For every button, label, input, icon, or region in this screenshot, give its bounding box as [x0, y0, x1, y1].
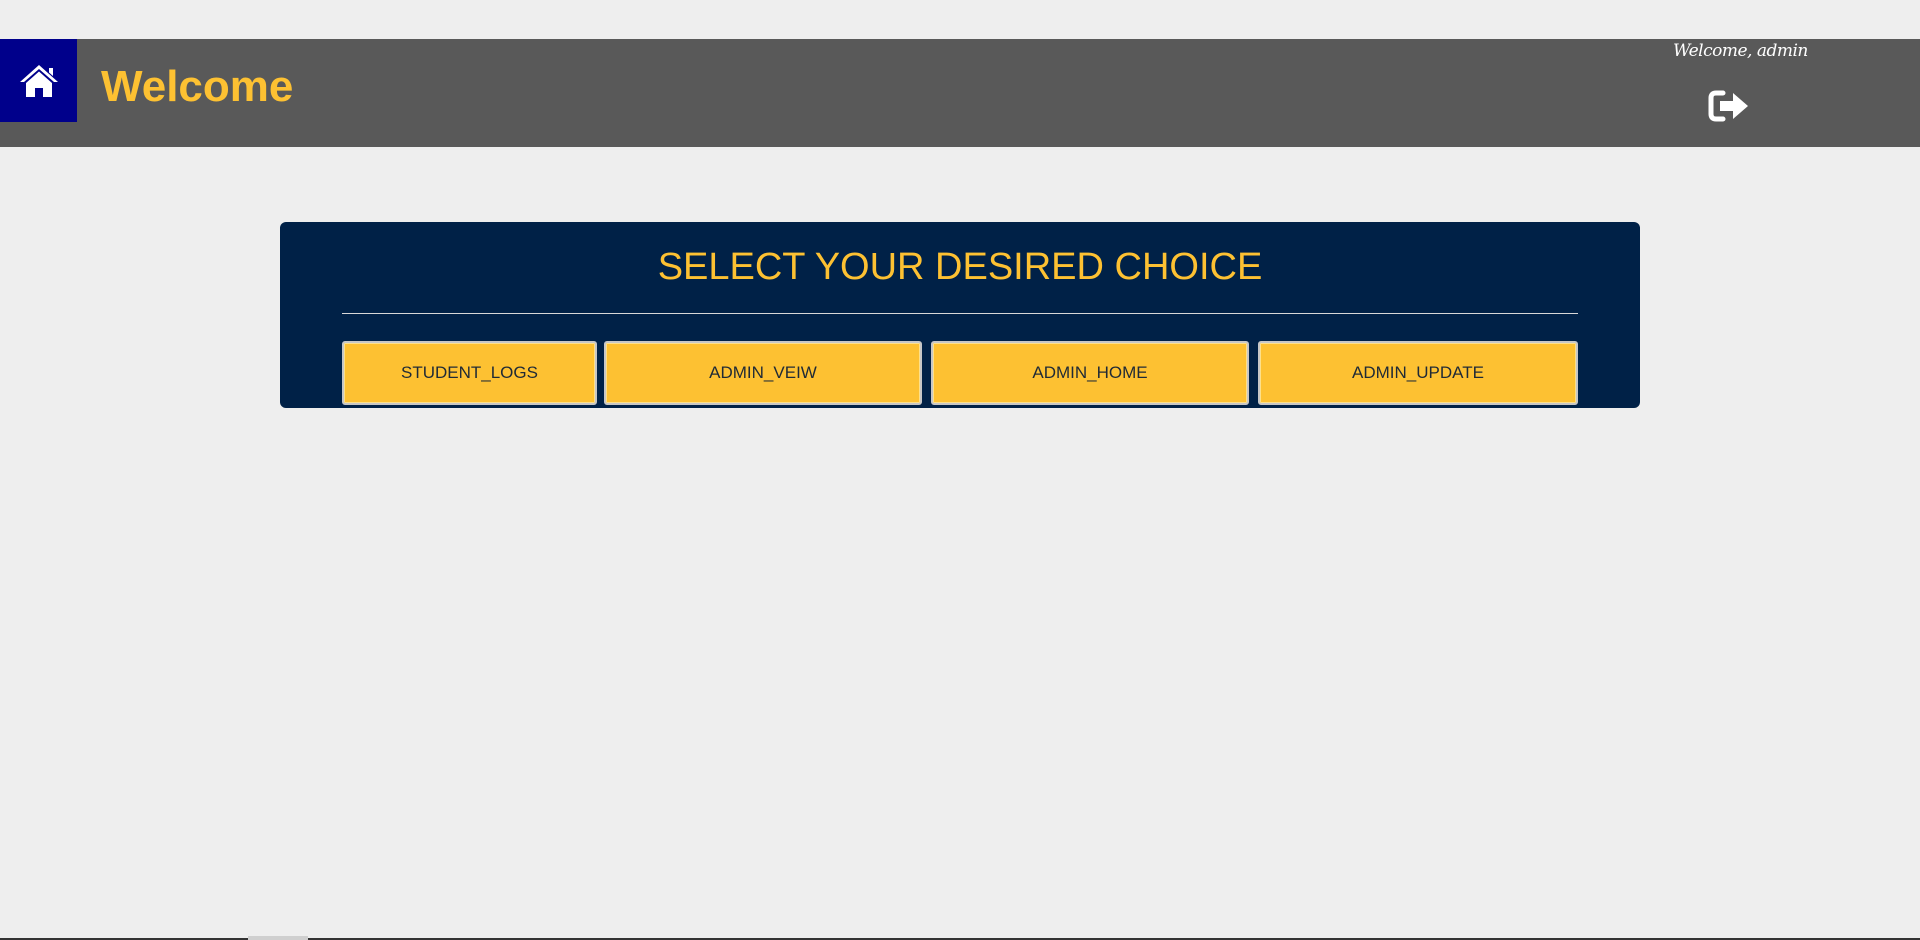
- home-icon: [19, 63, 59, 99]
- page: Welcome Welcome, admin SELECT YOUR DESIR…: [0, 0, 1920, 940]
- welcome-user-text: Welcome, admin: [1673, 41, 1808, 61]
- header-bar: Welcome Welcome, admin: [0, 39, 1920, 147]
- logout-icon: [1708, 88, 1752, 124]
- choice-panel: SELECT YOUR DESIRED CHOICE STUDENT_LOGS …: [280, 222, 1640, 408]
- home-button[interactable]: [0, 39, 77, 122]
- divider: [342, 313, 1578, 314]
- admin-update-button[interactable]: ADMIN_UPDATE: [1258, 341, 1578, 405]
- page-title: Welcome: [101, 62, 294, 111]
- admin-home-button[interactable]: ADMIN_HOME: [931, 341, 1249, 405]
- logout-button[interactable]: [1708, 88, 1752, 124]
- panel-heading: SELECT YOUR DESIRED CHOICE: [657, 246, 1263, 288]
- horizontal-scrollbar[interactable]: [248, 936, 308, 940]
- student-logs-button[interactable]: STUDENT_LOGS: [342, 341, 597, 405]
- admin-view-button[interactable]: ADMIN_VEIW: [604, 341, 922, 405]
